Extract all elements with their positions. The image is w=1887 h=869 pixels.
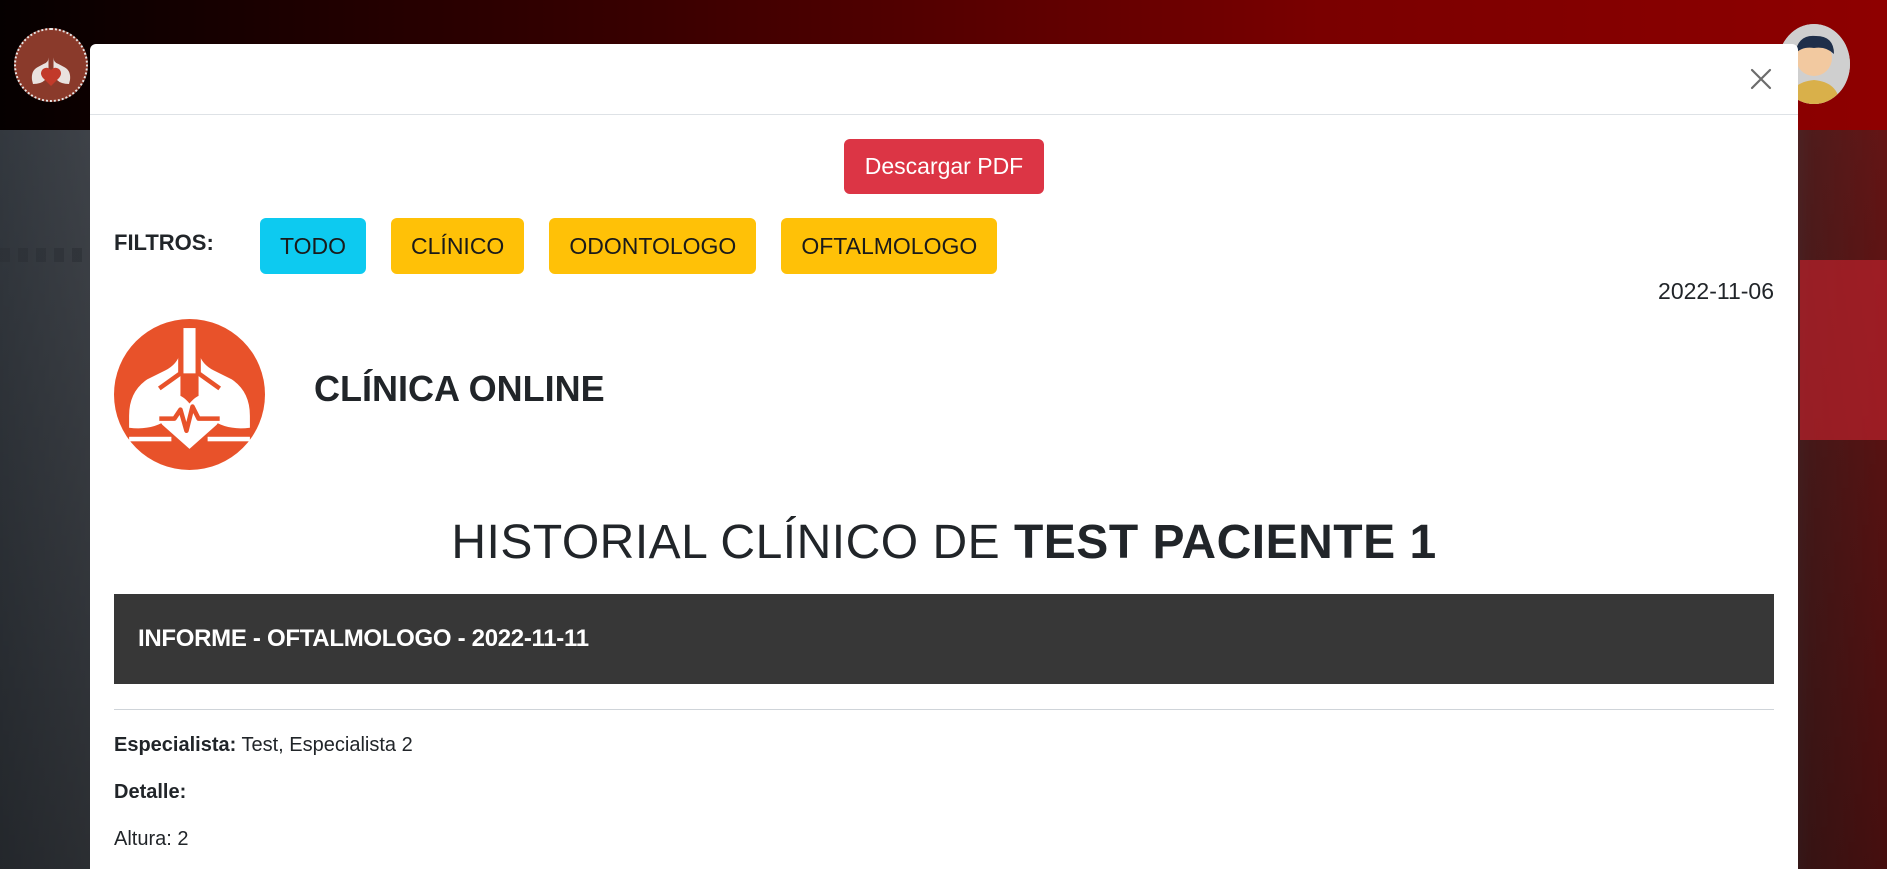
lungs-heart-icon xyxy=(31,45,71,86)
detail-label: Detalle: xyxy=(114,781,187,803)
history-title-prefix: HISTORIAL CLÍNICO DE xyxy=(451,516,1001,569)
filter-oftalmologo-button[interactable]: OFTALMOLOGO xyxy=(781,218,998,274)
history-title: HISTORIAL CLÍNICO DE TEST PACIENTE 1 xyxy=(114,515,1774,571)
divider xyxy=(114,709,1774,710)
modal-body: Descargar PDF FILTROS: TODO CLÍNICO ODON… xyxy=(90,115,1798,851)
lungs-heart-logo-icon xyxy=(114,318,265,470)
report-title: INFORME - OFTALMOLOGO - 2022-11-11 xyxy=(138,625,589,652)
specialist-value: Test, Especialista 2 xyxy=(241,734,413,756)
clinic-name: CLÍNICA ONLINE xyxy=(314,368,605,409)
filter-odontologo-button[interactable]: ODONTOLOGO xyxy=(549,218,757,274)
clinical-history-modal: Descargar PDF FILTROS: TODO CLÍNICO ODON… xyxy=(90,44,1798,869)
clinic-header: CLÍNICA ONLINE xyxy=(114,318,1774,470)
background-detail xyxy=(0,248,90,262)
height-value: 2 xyxy=(177,828,189,850)
report-date: 2022-11-06 xyxy=(1658,278,1774,304)
height-label: Altura: xyxy=(114,828,172,850)
height-field: Altura: 2 xyxy=(114,828,1774,851)
app-logo[interactable] xyxy=(14,28,88,102)
close-icon xyxy=(1750,68,1772,90)
specialist-field: Especialista: Test, Especialista 2 xyxy=(114,734,1774,757)
filters-label: FILTROS: xyxy=(114,230,214,255)
modal-header xyxy=(90,44,1798,115)
download-pdf-button[interactable]: Descargar PDF xyxy=(843,139,1045,194)
report-header: INFORME - OFTALMOLOGO - 2022-11-11 xyxy=(114,594,1774,684)
close-button[interactable] xyxy=(1746,64,1776,94)
filters-bar: FILTROS: TODO CLÍNICO ODONTOLOGO OFTALMO… xyxy=(114,218,1774,274)
background-detail xyxy=(1800,260,1887,440)
patient-name: TEST PACIENTE 1 xyxy=(1013,516,1437,569)
detail-field: Detalle: xyxy=(114,781,1774,804)
specialist-label: Especialista: xyxy=(114,734,237,756)
filter-todo-button[interactable]: TODO xyxy=(260,218,367,274)
filter-clinico-button[interactable]: CLÍNICO xyxy=(391,218,525,274)
